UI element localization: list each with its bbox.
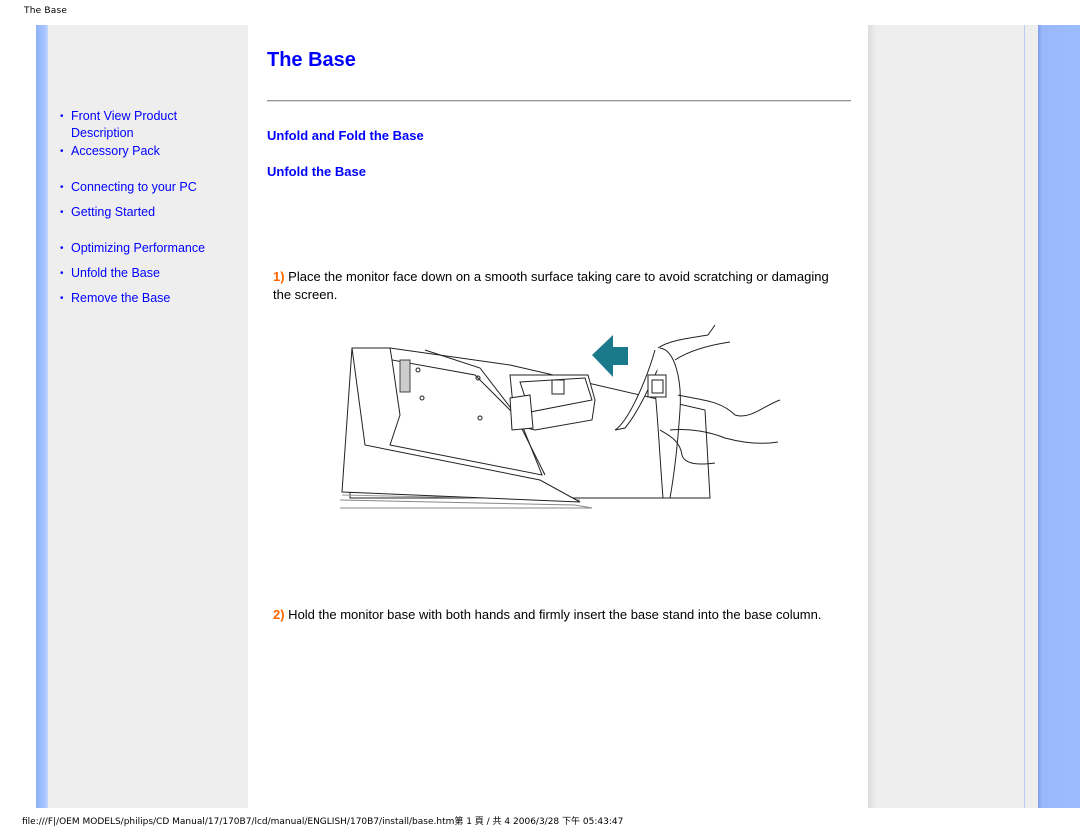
nav-item-label[interactable]: Accessory Pack [71,143,160,160]
bullet-icon: • [60,268,64,279]
step-2: 2) Hold the monitor base with both hands… [273,606,833,624]
nav-item-front-view[interactable]: • Front View Product Description [60,108,177,142]
bullet-icon: • [60,207,64,218]
nav-item-remove-base[interactable]: • Remove the Base [60,290,170,307]
nav-item-accessory-pack[interactable]: • Accessory Pack [60,143,160,160]
step-number: 1) [273,269,285,284]
nav-item-label[interactable]: Optimizing Performance [71,240,205,257]
bullet-icon: • [60,146,64,157]
bullet-icon: • [60,293,64,304]
page-title: The Base [267,49,356,71]
nav-item-label[interactable]: Unfold the Base [71,265,160,282]
nav-item-connecting[interactable]: • Connecting to your PC [60,179,197,196]
nav-item-label[interactable]: Connecting to your PC [71,179,197,196]
step-text: Place the monitor face down on a smooth … [273,269,829,302]
nav-item-optimizing[interactable]: • Optimizing Performance [60,240,205,257]
horizontal-rule [267,100,851,102]
nav-item-label[interactable]: Remove the Base [71,290,170,307]
step-1: 1) Place the monitor face down on a smoo… [273,268,833,304]
base-unfold-illustration [339,324,781,509]
right-gap [1025,25,1038,808]
right-decorative-stripe [1038,25,1080,808]
document-title: The Base [24,6,68,16]
nav-item-getting-started[interactable]: • Getting Started [60,204,155,221]
file-path-footer: file:///F|/OEM MODELS/philips/CD Manual/… [22,817,624,827]
right-sidebar [868,25,1026,808]
right-sidebar-shadow [868,25,876,808]
bullet-icon: • [60,111,64,122]
left-decorative-stripe [36,25,48,808]
arrow-left-icon [592,335,628,377]
nav-item-unfold-base[interactable]: • Unfold the Base [60,265,160,282]
bullet-icon: • [60,182,64,193]
step-number: 2) [273,607,285,622]
nav-item-label[interactable]: Front View Product [71,109,177,123]
step-text: Hold the monitor base with both hands an… [284,607,822,622]
bullet-icon: • [60,243,64,254]
section-heading: Unfold and Fold the Base [267,128,424,143]
subsection-heading: Unfold the Base [267,164,366,179]
nav-item-label-cont[interactable]: Description [71,126,134,140]
nav-item-label[interactable]: Getting Started [71,204,155,221]
